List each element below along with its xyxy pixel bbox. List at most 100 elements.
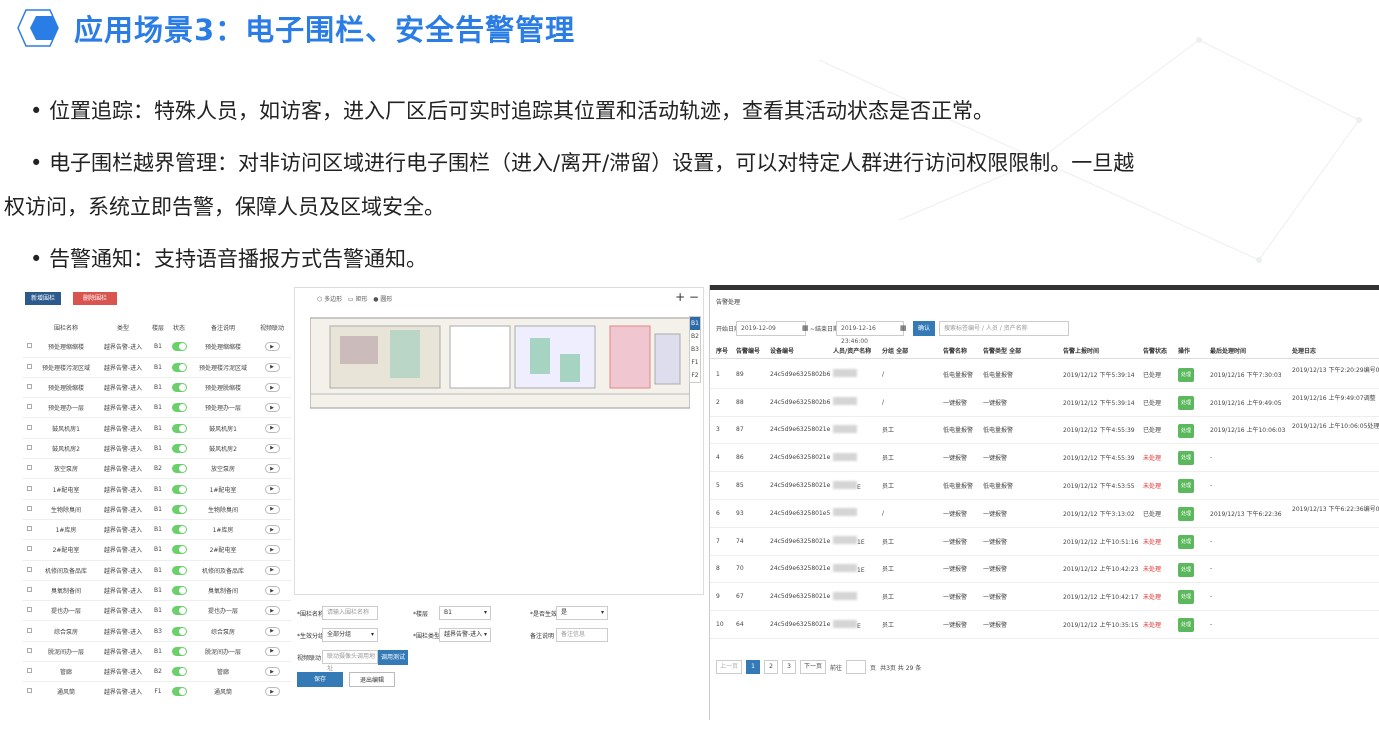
fence-table-row[interactable]: 1#库房 越界告警-进入 B1 1#库房 ▶ [23, 520, 291, 541]
row-checkbox[interactable] [26, 546, 32, 552]
status-toggle[interactable] [171, 667, 187, 677]
fence-table-row[interactable]: 1#配电室 越界告警-进入 B1 1#配电室 ▶ [23, 479, 291, 500]
enable-select[interactable]: 是 ▾ [556, 606, 608, 620]
fence-table-row[interactable]: 鼓风机房1 越界告警-进入 B1 鼓风机房1 ▶ [23, 418, 291, 439]
handle-button[interactable]: 处理 [1178, 590, 1194, 605]
polygon-tool[interactable]: ⬡ 多边形 [317, 296, 342, 303]
status-toggle[interactable] [171, 545, 187, 555]
fence-name-input[interactable]: 请输入围栏名称 [322, 606, 378, 620]
handle-button[interactable]: 处理 [1178, 534, 1194, 549]
status-toggle[interactable] [171, 403, 187, 413]
row-checkbox[interactable] [26, 627, 32, 633]
handle-button[interactable]: 处理 [1178, 618, 1194, 633]
calendar-icon[interactable]: ▦ [900, 324, 907, 332]
save-button[interactable]: 保存 [297, 672, 343, 687]
fence-table-row[interactable]: 放空泵房 越界告警-进入 B2 放空泵房 ▶ [23, 459, 291, 480]
goto-page-input[interactable] [846, 660, 867, 674]
page-button[interactable]: 3 [782, 660, 797, 674]
fence-table-row[interactable]: 提也办一层 越界告警-进入 B1 提也办一层 ▶ [23, 601, 291, 622]
row-checkbox[interactable] [26, 465, 32, 471]
video-link-icon[interactable]: ▶ [264, 464, 280, 474]
video-link-icon[interactable]: ▶ [264, 403, 280, 413]
exit-edit-button[interactable]: 退出编辑 [349, 672, 395, 687]
row-checkbox[interactable] [26, 404, 32, 410]
row-checkbox[interactable] [26, 424, 32, 430]
fence-table-row[interactable]: 鼓风机房2 越界告警-进入 B1 鼓风机房2 ▶ [23, 439, 291, 460]
row-checkbox[interactable] [26, 444, 32, 450]
test-call-button[interactable]: 调用测试 [378, 650, 408, 665]
fence-table-row[interactable]: 机修间及备品库 越界告警-进入 B1 机修间及备品库 ▶ [23, 561, 291, 581]
video-url-input[interactable]: 联动摄像头调用地址 [322, 650, 378, 672]
row-checkbox[interactable] [26, 587, 32, 592]
type-select[interactable]: 越界告警-进入 ▾ [439, 628, 491, 642]
row-checkbox[interactable] [26, 363, 32, 369]
confirm-button[interactable]: 确认 [913, 321, 935, 336]
fence-table-row[interactable]: 预处理缩缩楼 越界告警-进入 B1 预处理缩缩楼 ▶ [23, 337, 291, 358]
status-toggle[interactable] [171, 464, 187, 474]
rectangle-tool[interactable]: ▭ 矩形 [348, 296, 368, 303]
zoom-controls[interactable]: + − [675, 290, 699, 304]
status-toggle[interactable] [171, 606, 187, 616]
video-link-icon[interactable]: ▶ [264, 687, 280, 697]
row-checkbox[interactable] [26, 688, 32, 694]
group-filter[interactable]: 分组 全部 [882, 346, 908, 355]
video-link-icon[interactable]: ▶ [264, 606, 280, 616]
video-link-icon[interactable]: ▶ [264, 646, 280, 656]
video-link-icon[interactable]: ▶ [264, 545, 280, 555]
handle-button[interactable]: 处理 [1178, 395, 1194, 410]
video-link-icon[interactable]: ▶ [264, 667, 280, 677]
video-link-icon[interactable]: ▶ [264, 342, 280, 352]
video-link-icon[interactable]: ▶ [264, 443, 280, 453]
handle-button[interactable]: 处理 [1178, 368, 1194, 382]
prev-page-button[interactable]: 上一页 [716, 660, 743, 674]
handle-button[interactable]: 处理 [1178, 479, 1194, 494]
status-toggle[interactable] [171, 565, 187, 575]
video-link-icon[interactable]: ▶ [264, 525, 280, 535]
status-toggle[interactable] [171, 646, 187, 656]
circle-tool[interactable]: ● 圆形 [373, 296, 392, 303]
fence-table-row[interactable]: 脱泥间办一层 越界告警-进入 B1 脱泥间办一层 ▶ [23, 642, 291, 663]
handle-button[interactable]: 处理 [1178, 507, 1194, 521]
handle-button[interactable]: 处理 [1178, 451, 1194, 466]
fence-table-row[interactable]: 管廊 越界告警-进入 B2 管廊 ▶ [23, 662, 291, 683]
video-link-icon[interactable]: ▶ [264, 383, 280, 393]
group-select[interactable]: 全部分组 ▾ [322, 628, 378, 642]
row-checkbox[interactable] [26, 343, 32, 349]
video-link-icon[interactable]: ▶ [264, 423, 280, 433]
fence-table-row[interactable]: 预处理楼污泥区域 越界告警-进入 B1 预处理楼污泥区域 ▶ [23, 358, 291, 378]
floor-option[interactable]: F1 [690, 356, 700, 369]
fence-table-row[interactable]: 通风筒 越界告警-进入 F1 通风筒 ▶ [23, 682, 291, 700]
row-checkbox[interactable] [26, 526, 32, 532]
floor-option[interactable]: B1 [690, 317, 700, 330]
row-checkbox[interactable] [26, 566, 32, 572]
delete-fence-button[interactable]: 删除围栏 [73, 292, 117, 305]
search-input[interactable]: 搜索标签编号 / 人员 / 资产名称 [939, 321, 1069, 336]
fence-table-row[interactable]: 臭氧制备间 越界告警-进入 B1 臭氧制备间 ▶ [23, 581, 291, 602]
end-date-input[interactable]: 2019-12-16 23:46:00 [836, 321, 904, 345]
handle-button[interactable]: 处理 [1178, 423, 1194, 438]
calendar-icon[interactable]: ▦ [802, 324, 809, 332]
floor-option[interactable]: F2 [690, 369, 700, 382]
status-toggle[interactable] [171, 525, 187, 535]
floor-option[interactable]: B3 [690, 343, 700, 356]
status-toggle[interactable] [171, 484, 187, 494]
row-checkbox[interactable] [26, 505, 32, 511]
video-link-icon[interactable]: ▶ [264, 565, 280, 575]
fence-table-row[interactable]: 2#配电室 越界告警-进入 B1 2#配电室 ▶ [23, 540, 291, 561]
fence-table-row[interactable]: 预处理脱缩楼 越界告警-进入 B1 预处理脱缩楼 ▶ [23, 378, 291, 399]
video-link-icon[interactable]: ▶ [264, 626, 280, 636]
start-date-input[interactable]: 2019-12-09 [736, 321, 806, 336]
fence-table-row[interactable]: 预处理办一层 越界告警-进入 B1 预处理办一层 ▶ [23, 398, 291, 419]
next-page-button[interactable]: 下一页 [800, 660, 827, 674]
status-toggle[interactable] [171, 362, 187, 372]
handle-button[interactable]: 处理 [1178, 562, 1194, 577]
status-toggle[interactable] [171, 626, 187, 636]
status-toggle[interactable] [171, 504, 187, 514]
fence-table-row[interactable]: 生物除臭间 越界告警-进入 B1 生物除臭间 ▶ [23, 500, 291, 520]
status-toggle[interactable] [171, 687, 187, 697]
floor-map-panel[interactable]: ⬡ 多边形 ▭ 矩形 ● 圆形 + − B1 B2 B3 F1 F2 [294, 287, 704, 595]
page-button[interactable]: 2 [764, 660, 779, 674]
video-link-icon[interactable]: ▶ [264, 484, 280, 494]
type-filter[interactable]: 告警类型 全部 [983, 346, 1021, 355]
row-checkbox[interactable] [26, 647, 32, 653]
